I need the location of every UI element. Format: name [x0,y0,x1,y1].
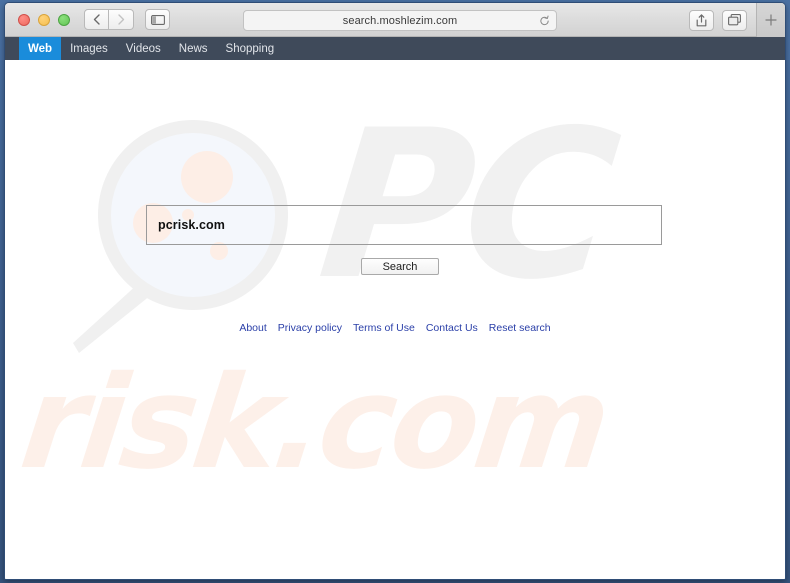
sitenav-label: Videos [125,42,161,55]
navigation-buttons [84,9,134,30]
sitenav-label: Web [28,42,53,55]
site-navigation-bar: Web Images Videos News Shopping [5,37,785,60]
search-button-label: Search [382,260,418,273]
plus-icon [765,14,777,26]
browser-window: search.moshlezim.com Web Images Videos N… [4,2,786,580]
footer-links: About Privacy policy Terms of Use Contac… [5,322,785,334]
sidebar-icon [150,14,165,25]
search-input-value: pcrisk.com [158,218,226,232]
footer-link-about[interactable]: About [239,322,266,334]
desktop-background: search.moshlezim.com Web Images Videos N… [0,0,790,583]
browser-toolbar: search.moshlezim.com [5,3,785,37]
search-input[interactable]: pcrisk.com [146,205,662,245]
share-icon [696,13,707,26]
show-all-tabs-button[interactable] [722,9,747,31]
search-button[interactable]: Search [361,258,439,275]
brand-watermark-bottom: risk.com [13,349,615,498]
page-content: PC risk.com pcrisk.com Search About Priv… [5,60,785,579]
sitenav-label: Images [70,42,108,55]
sitenav-item-shopping[interactable]: Shopping [217,37,284,60]
new-tab-button[interactable] [756,3,785,37]
address-bar[interactable]: search.moshlezim.com [243,10,557,31]
reload-icon [540,15,549,25]
sitenav-label: Shopping [225,42,275,55]
footer-link-privacy-policy[interactable]: Privacy policy [278,322,342,334]
chevron-right-icon [117,14,124,25]
footer-link-contact-us[interactable]: Contact Us [426,322,478,334]
sitenav-item-videos[interactable]: Videos [117,37,170,60]
toolbar-right-group [681,3,785,37]
sitenav-item-web[interactable]: Web [19,37,62,60]
share-button[interactable] [689,9,714,31]
footer-link-reset-search[interactable]: Reset search [489,322,551,334]
sitenav-item-news[interactable]: News [170,37,217,60]
sitenav-item-images[interactable]: Images [61,37,117,60]
chevron-left-icon [93,14,100,25]
forward-button[interactable] [109,9,134,30]
minimize-window-button[interactable] [38,13,50,26]
tabs-icon [728,14,741,26]
close-window-button[interactable] [18,13,30,26]
reload-button[interactable] [539,15,550,26]
maximize-window-button[interactable] [58,13,70,26]
address-bar-url: search.moshlezim.com [342,14,458,27]
back-button[interactable] [84,9,109,30]
window-traffic-lights [18,13,70,26]
sitenav-label: News [178,42,208,55]
sidebar-toggle-button[interactable] [145,9,170,30]
footer-link-terms-of-use[interactable]: Terms of Use [353,322,415,334]
